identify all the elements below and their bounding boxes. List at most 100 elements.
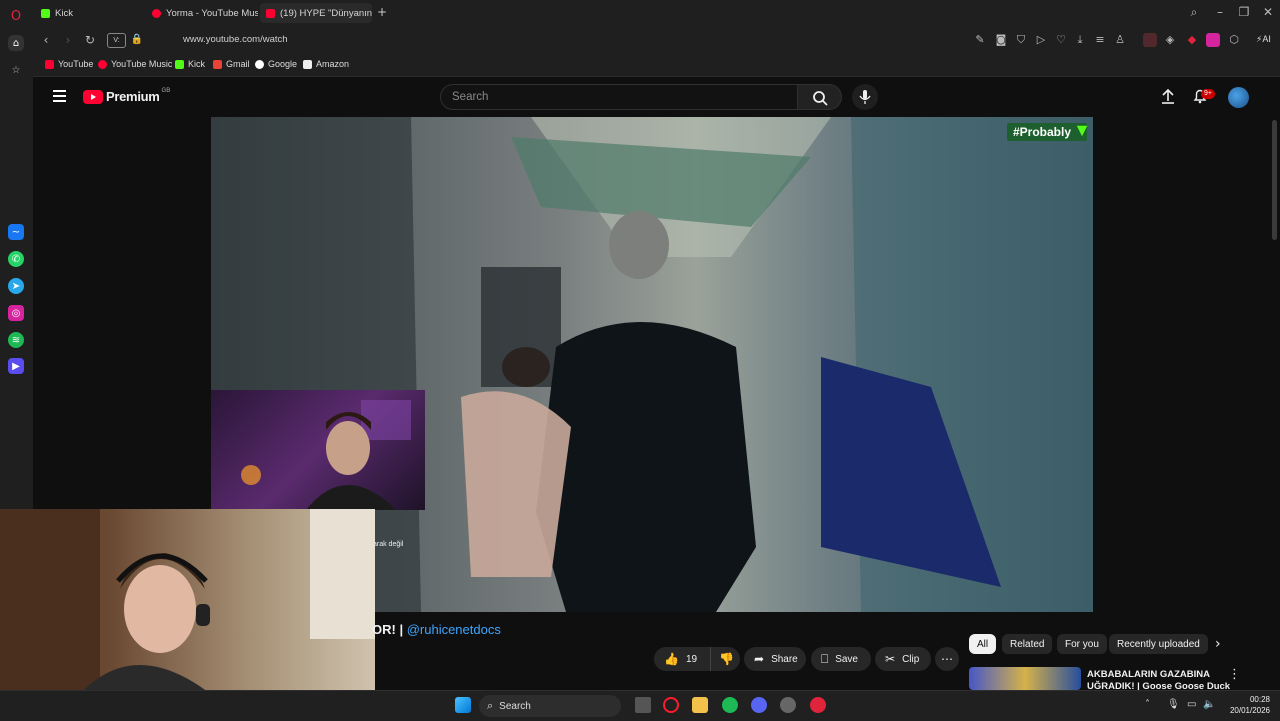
search-placeholder: Search	[452, 91, 489, 103]
volume-icon[interactable]: 🔈	[1203, 699, 1215, 710]
bookmark-label: Kick	[188, 59, 206, 69]
spotify-icon[interactable]	[722, 697, 738, 713]
search-icon: ⌕	[487, 699, 494, 712]
bookmark-icon: ⎕	[821, 651, 829, 666]
new-tab-button[interactable]: +	[375, 5, 389, 19]
youtube-music-icon	[98, 59, 107, 69]
bookmark-gmail[interactable]: Gmail	[213, 59, 250, 69]
extension-pink-icon[interactable]	[1206, 33, 1220, 47]
extension-red-icon[interactable]	[1143, 33, 1157, 47]
url-field[interactable]: www.youtube.com/watch	[183, 34, 288, 45]
save-button[interactable]: ⎕ Save	[811, 647, 871, 671]
avatar[interactable]	[1228, 87, 1249, 108]
more-horizontal-icon: ⋯	[941, 652, 953, 666]
windows-start-icon[interactable]	[455, 697, 471, 713]
chip-related[interactable]: Related	[1002, 634, 1053, 654]
voice-search-button[interactable]	[852, 84, 878, 110]
clock[interactable]: 00:28 20/01/2026	[1218, 694, 1270, 716]
search-button[interactable]	[798, 84, 842, 110]
youtube-premium-logo[interactable]: Premium GB	[83, 87, 171, 104]
page-scrollbar[interactable]	[1272, 120, 1277, 240]
channel-mention-link[interactable]: @ruhicenetdocs	[407, 622, 501, 637]
camera-icon[interactable]: ◙	[994, 33, 1008, 47]
chip-all[interactable]: All	[969, 634, 997, 654]
google-icon	[255, 59, 264, 69]
tab-strip: Kick Yorma - YouTube Mus (19) HYPE "Düny…	[33, 0, 1280, 26]
bookmark-label: Amazon	[316, 59, 350, 69]
chevron-right-icon[interactable]: ›	[1215, 636, 1221, 652]
taskbar-search[interactable]: ⌕ Search	[479, 695, 621, 717]
windows-taskbar: ⌕ Search ˄ 🎙 ▭ 🔈 00:28 20/01/2026	[0, 690, 1280, 721]
clip-button[interactable]: ✂ Clip	[875, 647, 931, 671]
extension-cat-icon[interactable]: ◈	[1163, 33, 1177, 47]
bookmark-kick[interactable]: Kick	[175, 59, 205, 69]
streamer-webcam-small	[211, 390, 425, 510]
bookmark-label: Google	[268, 59, 298, 69]
dislike-button[interactable]: 👎	[710, 647, 740, 671]
instagram-icon[interactable]: ◎	[8, 305, 24, 321]
page-badge[interactable]: V:	[107, 33, 126, 48]
lock-icon[interactable]: 🔒	[130, 33, 144, 47]
chip-recently-uploaded[interactable]: Recently uploaded	[1109, 634, 1208, 654]
share-button[interactable]: ➦ Share	[744, 647, 806, 671]
profile-icon[interactable]: ♙	[1113, 33, 1127, 47]
like-button[interactable]: 👍 19	[654, 647, 710, 671]
search-input[interactable]: Search	[440, 84, 798, 110]
chip-for-you[interactable]: For you	[1057, 634, 1107, 654]
aria-icon[interactable]: ▶	[8, 358, 24, 374]
download-icon[interactable]: ⤓	[1073, 33, 1087, 47]
menu-lines-icon[interactable]: ≡	[1093, 33, 1107, 47]
related-thumbnail[interactable]	[969, 667, 1081, 690]
shield-icon[interactable]: ⛉	[1014, 33, 1028, 47]
kick-icon	[41, 8, 50, 18]
bookmark-google[interactable]: Google	[255, 59, 297, 69]
network-icon[interactable]: ▭	[1187, 699, 1196, 710]
whatsapp-icon[interactable]: ✆	[8, 251, 24, 267]
home-icon[interactable]: ⌂	[8, 35, 24, 51]
close-window-button[interactable]: ✕	[1261, 5, 1275, 19]
telegram-icon[interactable]: ➤	[8, 278, 24, 294]
opera-gx-icon[interactable]	[663, 697, 679, 713]
upload-button[interactable]	[1160, 88, 1176, 104]
youtube-icon	[266, 8, 275, 18]
more-vertical-icon[interactable]: ⋮	[1228, 667, 1241, 682]
discord-icon[interactable]	[751, 697, 767, 713]
extension-tag-icon[interactable]: ◆	[1185, 33, 1199, 47]
tab-youtube-video[interactable]: (19) HYPE "Dünyanın En H	[260, 3, 372, 23]
back-button[interactable]: ‹	[39, 33, 53, 47]
guide-menu-button[interactable]	[53, 90, 66, 102]
microphone-icon[interactable]: 🎙	[1167, 699, 1180, 710]
settings-app-icon[interactable]	[780, 697, 796, 713]
spotify-icon[interactable]: ≋	[8, 332, 24, 348]
related-title[interactable]: AKBABALARIN GAZABINA UĞRADIK! | Goose Go…	[1087, 669, 1230, 690]
file-explorer-icon[interactable]	[692, 697, 708, 713]
task-view-icon[interactable]	[635, 697, 651, 713]
edit-icon[interactable]: ✎	[973, 33, 987, 47]
minimize-button[interactable]: –	[1213, 5, 1227, 19]
more-actions-button[interactable]: ⋯	[935, 647, 959, 671]
play-icon[interactable]: ▷	[1034, 33, 1048, 47]
forward-button[interactable]: ›	[61, 33, 75, 47]
tab-kick[interactable]: Kick	[35, 3, 145, 23]
share-label: Share	[771, 653, 798, 665]
heart-icon[interactable]: ♡	[1054, 33, 1068, 47]
extensions-cube-icon[interactable]: ⬡	[1227, 33, 1241, 47]
bookmark-amazon[interactable]: Amazon	[303, 59, 349, 69]
opera-icon[interactable]	[810, 697, 826, 713]
bookmark-youtube-music[interactable]: YouTube Music	[98, 59, 172, 69]
country-code: GB	[161, 87, 171, 94]
bookmark-youtube[interactable]: YouTube	[45, 59, 93, 69]
ai-button[interactable]: ⚡AI	[1256, 34, 1271, 45]
star-icon[interactable]: ☆	[8, 62, 24, 78]
tray-chevron-up-icon[interactable]: ˄	[1145, 699, 1150, 710]
youtube-masthead: Premium GB Search 9+	[35, 77, 1270, 117]
ai-label: AI	[1262, 34, 1271, 44]
tab-search-icon[interactable]: ⌕	[1187, 5, 1201, 19]
opera-logo-icon[interactable]: O	[8, 8, 24, 24]
messenger-icon[interactable]: ~	[8, 224, 24, 240]
bookmark-label: YouTube	[58, 59, 94, 69]
tab-youtube-music[interactable]: Yorma - YouTube Mus	[146, 3, 258, 23]
maximize-button[interactable]: ❐	[1237, 5, 1251, 19]
reload-button[interactable]: ↻	[83, 33, 97, 47]
address-bar-row: ‹ › ↻ V: 🔒 www.youtube.com/watch ✎ ◙ ⛉ ▷…	[33, 26, 1280, 54]
